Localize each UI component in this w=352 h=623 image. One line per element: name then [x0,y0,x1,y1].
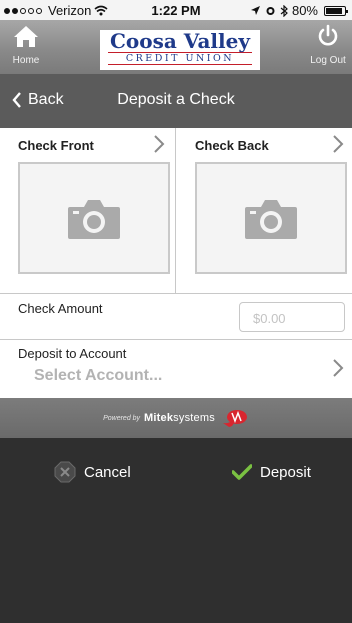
check-back-label: Check Back [195,138,269,153]
home-icon [14,26,38,47]
mitek-logo-icon [222,410,247,427]
page-title: Deposit a Check [117,91,235,108]
logout-label: Log Out [310,55,346,66]
logo-subtitle: CREDIT UNION [108,52,252,65]
camera-icon [245,200,297,239]
cancel-icon [54,461,76,483]
status-bar: Verizon 1:22 PM 80% [0,0,352,20]
check-back-panel[interactable]: Check Back [176,128,352,294]
deposit-button[interactable]: Deposit [232,460,311,484]
powered-by-prefix: Powered by [103,414,141,422]
logo-title: Coosa Valley [110,29,250,53]
check-amount-row: Check Amount $0.00 [0,294,352,340]
status-indicators: 80% [250,3,348,18]
powered-by-banner: Powered by Miteksystems [0,398,352,438]
mitek-brand-light: systems [173,412,215,424]
location-arrow-icon [250,6,260,15]
chevron-right-icon [333,359,344,377]
deposit-account-row[interactable]: Deposit to Account Select Account... [0,340,352,398]
mitek-brand: Miteksystems [144,412,215,424]
battery-icon [324,5,348,16]
check-front-photo-box[interactable] [18,162,170,274]
app-header: Home Coosa Valley CREDIT UNION Log Out [0,20,352,74]
action-toolbar: Cancel Deposit [0,438,352,623]
check-capture-section: Check Front Check Back [0,128,352,294]
camera-icon [68,200,120,239]
check-front-panel[interactable]: Check Front [0,128,176,294]
check-back-photo-box[interactable] [195,162,347,274]
checkmark-icon [232,464,252,480]
cancel-button[interactable]: Cancel [54,460,131,484]
nav-bar: Back Deposit a Check [0,74,352,128]
deposit-account-label: Deposit to Account [18,346,127,361]
check-front-label: Check Front [18,138,94,153]
logout-button[interactable]: Log Out [304,24,352,70]
mitek-brand-bold: Mitek [144,412,174,424]
home-button[interactable]: Home [2,24,50,70]
power-icon [318,24,338,46]
chevron-right-icon [333,135,344,153]
check-amount-label: Check Amount [18,301,103,316]
credit-union-logo: Coosa Valley CREDIT UNION [100,30,260,70]
select-account-value: Select Account... [34,367,163,384]
bluetooth-icon [280,4,288,17]
home-label: Home [12,55,40,66]
check-amount-input[interactable]: $0.00 [239,302,345,332]
battery-percent: 80% [291,3,318,18]
alarm-icon [266,7,275,15]
deposit-label: Deposit [260,463,311,481]
cancel-label: Cancel [84,463,131,481]
chevron-right-icon [154,135,165,153]
